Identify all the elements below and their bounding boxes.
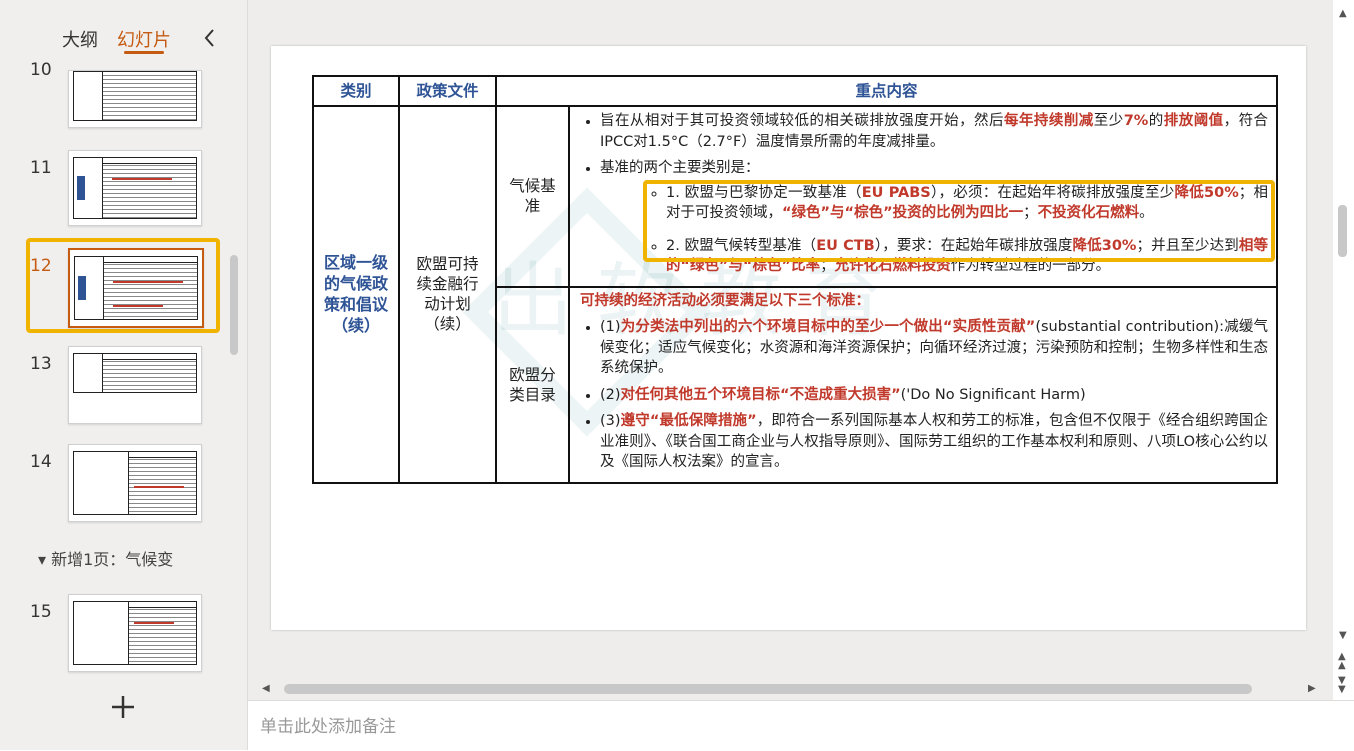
slide-thumbnail-14[interactable]	[68, 444, 202, 522]
plus-icon	[112, 696, 134, 718]
policy-cell: 欧盟可持续金融行动计划（续）	[398, 105, 497, 484]
slide-thumbnail-10[interactable]	[68, 70, 202, 128]
slide-number: 11	[30, 158, 52, 178]
subcategory-climate-benchmark: 气候基准	[495, 105, 570, 288]
taxonomy-content: 可持续的经济活动必须要满足以下三个标准： (1)为分类法中列出的六个环境目标中的…	[568, 285, 1278, 484]
slide-thumbnail-13[interactable]	[68, 346, 202, 424]
list-item: (2)对任何其他五个环境目标“不造成重大损害”('Do No Significa…	[600, 385, 1268, 406]
header-category: 类别	[312, 75, 400, 107]
slide[interactable]: 出软教育 类别 政策文件 重点内容 区域一级的气候政策和倡议（续） 欧盟可持续金…	[271, 46, 1306, 630]
subcategory-eu-taxonomy: 欧盟分类目录	[495, 285, 570, 484]
slide-number: 12	[30, 256, 52, 276]
slide-number: 14	[30, 452, 52, 472]
add-slide-button[interactable]	[110, 694, 136, 726]
vertical-scrollbar-thumb[interactable]	[1338, 205, 1347, 257]
notes-placeholder[interactable]: 单击此处添加备注	[260, 712, 396, 737]
taxonomy-title: 可持续的经济活动必须要满足以下三个标准：	[580, 292, 870, 309]
sidebar-scrollbar[interactable]	[230, 255, 238, 355]
slide-thumbnail-15[interactable]	[68, 594, 202, 672]
list-item: (1)为分类法中列出的六个环境目标中的至少一个做出“实质性贡献”(substan…	[600, 317, 1268, 379]
header-key-content: 重点内容	[495, 75, 1278, 107]
scroll-down-arrow-icon[interactable]: ▼	[1339, 630, 1347, 641]
tab-slides[interactable]: 幻灯片	[117, 26, 171, 52]
header-policy: 政策文件	[398, 75, 497, 107]
scroll-up-arrow-icon[interactable]: ▲	[1339, 8, 1347, 19]
slide-number: 15	[30, 602, 52, 622]
slide-panel: 大纲 幻灯片 10 11 12 13 14 ▾ 新增1页：气候变 15	[0, 0, 248, 750]
list-item: 旨在从相对于其可投资领域较低的相关碳排放强度开始，然后每年持续削减至少7%的排放…	[600, 111, 1268, 152]
slide-number: 13	[30, 354, 52, 374]
climate-benchmark-content: 旨在从相对于其可投资领域较低的相关碳排放强度开始，然后每年持续削减至少7%的排放…	[568, 105, 1278, 288]
scroll-right-arrow-icon[interactable]: ▶	[1308, 683, 1316, 694]
section-header[interactable]: ▾ 新增1页：气候变	[38, 546, 173, 570]
category-cell: 区域一级的气候政策和倡议（续）	[312, 105, 400, 484]
chevron-left-icon[interactable]	[201, 26, 219, 50]
next-slide-icon[interactable]: ▼ ▼	[1338, 676, 1346, 695]
previous-slide-icon[interactable]: ▲ ▲	[1338, 652, 1346, 671]
content-table: 类别 政策文件 重点内容 区域一级的气候政策和倡议（续） 欧盟可持续金融行动计划…	[312, 75, 1278, 484]
slide-thumbnail-11[interactable]	[68, 150, 202, 226]
scroll-left-arrow-icon[interactable]: ◀	[262, 683, 270, 694]
tab-outline[interactable]: 大纲	[62, 26, 98, 52]
list-item: 1. 欧盟与巴黎协定一致基准（EU PABS），必须：在起始年将碳排放强度至少降…	[666, 183, 1268, 224]
list-item: 2. 欧盟气候转型基准（EU CTB），要求：在起始年碳排放强度降低30%；并且…	[666, 236, 1268, 277]
horizontal-scrollbar[interactable]	[284, 684, 1252, 694]
notes-pane[interactable]: 单击此处添加备注	[248, 700, 1354, 751]
active-tab-indicator	[124, 51, 164, 54]
list-item: 基准的两个主要类别是： 1. 欧盟与巴黎协定一致基准（EU PABS），必须：在…	[600, 158, 1268, 277]
slide-number: 10	[30, 60, 52, 80]
slide-thumbnail-12[interactable]	[68, 248, 204, 328]
list-item: (3)遵守“最低保障措施”，即符合一系列国际基本人权和劳工的标准，包含但不仅限于…	[600, 411, 1268, 473]
slide-canvas: 出软教育 类别 政策文件 重点内容 区域一级的气候政策和倡议（续） 欧盟可持续金…	[248, 0, 1333, 700]
